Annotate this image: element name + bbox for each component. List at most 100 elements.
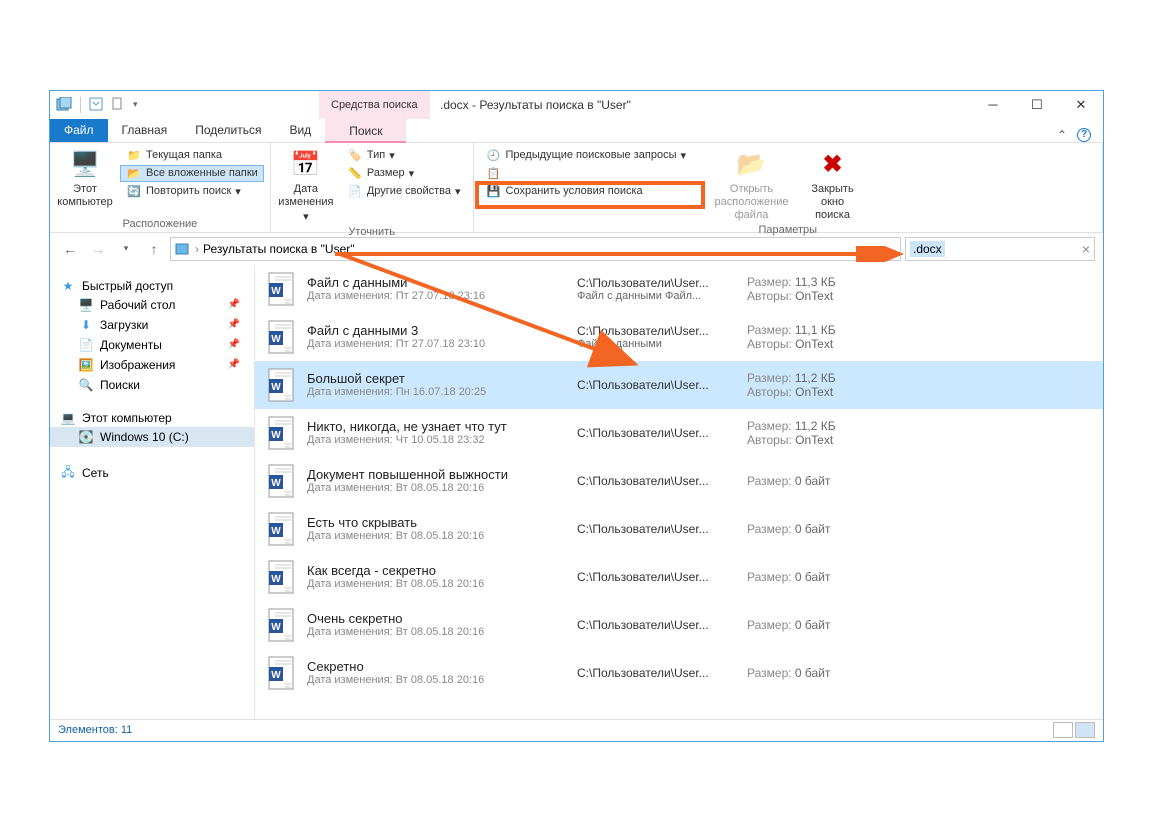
clear-search-icon[interactable]: × — [1082, 241, 1090, 257]
item-count: Элементов: 11 — [58, 724, 132, 736]
ribbon-collapse-icon[interactable]: ⌃ — [1057, 128, 1067, 142]
file-path: C:\Пользователи\User... — [577, 474, 737, 488]
file-date: Дата изменения: Вт 08.05.18 20:16 — [307, 626, 567, 638]
file-title: Очень секретно — [307, 611, 567, 626]
search-results-icon — [175, 242, 191, 256]
svg-text:W: W — [271, 430, 281, 441]
help-icon[interactable]: ? — [1077, 128, 1091, 142]
search-again-button[interactable]: 🔄Повторить поиск ▾ — [120, 183, 264, 200]
sidebar-item-pictures[interactable]: 🖼️Изображения📌 — [50, 355, 254, 375]
advanced-button[interactable]: 📋 — [480, 165, 700, 182]
pc-icon: 💻 — [60, 411, 76, 425]
desktop-icon: 🖥️ — [78, 298, 94, 312]
file-row[interactable]: W Очень секретно Дата изменения: Вт 08.0… — [255, 601, 1103, 649]
qa-properties-icon[interactable] — [89, 97, 105, 113]
qa-new-icon[interactable] — [111, 97, 127, 113]
sidebar: ★Быстрый доступ 🖥️Рабочий стол📌 ⬇Загрузк… — [50, 265, 255, 719]
view-details-icon[interactable] — [1053, 722, 1073, 738]
ribbon: 🖥️ Этот компьютер 📁Текущая папка 📂Все вл… — [50, 143, 1103, 233]
sidebar-item-drive-c[interactable]: 💽Windows 10 (C:) — [50, 427, 254, 447]
address-bar[interactable]: › Результаты поиска в "User" — [170, 237, 901, 261]
svg-text:W: W — [271, 622, 281, 633]
file-row[interactable]: W Файл с данными 3 Дата изменения: Пт 27… — [255, 313, 1103, 361]
explorer-window: ▾ Средства поиска .docx - Результаты пои… — [49, 90, 1104, 742]
type-button[interactable]: 🏷️Тип ▾ — [341, 147, 467, 164]
docx-icon: W — [265, 557, 297, 597]
size-icon: 📏 — [347, 167, 363, 180]
file-title: Файл с данными 3 — [307, 323, 567, 338]
file-menu[interactable]: Файл — [50, 118, 108, 142]
file-size: Размер: 11,1 КБ — [747, 323, 836, 337]
navbar: ← → ▾ ↑ › Результаты поиска в "User" .do… — [50, 233, 1103, 265]
tab-view[interactable]: Вид — [275, 118, 325, 142]
tab-search[interactable]: Поиск — [325, 119, 406, 143]
save-icon: 💾 — [486, 185, 502, 198]
file-row[interactable]: W Есть что скрывать Дата изменения: Вт 0… — [255, 505, 1103, 553]
date-modified-button[interactable]: 📅 Дата изменения▾ — [277, 147, 335, 225]
file-list: W Файл с данными Дата изменения: Пт 27.0… — [255, 265, 1103, 719]
save-search-button[interactable]: 💾Сохранить условия поиска — [480, 183, 700, 200]
file-title: Секретно — [307, 659, 567, 674]
svg-text:W: W — [271, 478, 281, 489]
group-label-location: Расположение — [56, 216, 264, 230]
search-icon: 🔍 — [78, 378, 94, 392]
nav-forward-button[interactable]: → — [86, 237, 110, 261]
nav-up-button[interactable]: ↑ — [142, 237, 166, 261]
docx-icon: W — [265, 653, 297, 693]
calendar-icon: 📅 — [291, 151, 321, 181]
close-search-button[interactable]: ✖ Закрыть окно поиска — [804, 147, 862, 223]
main-area: ★Быстрый доступ 🖥️Рабочий стол📌 ⬇Загрузк… — [50, 265, 1103, 719]
sidebar-item-searches[interactable]: 🔍Поиски — [50, 375, 254, 395]
sidebar-item-documents[interactable]: 📄Документы📌 — [50, 335, 254, 355]
size-button[interactable]: 📏Размер ▾ — [341, 165, 467, 182]
search-tools-context-tab[interactable]: Средства поиска — [319, 91, 430, 119]
svg-text:W: W — [271, 574, 281, 585]
this-pc-button[interactable]: 🖥️ Этот компьютер — [56, 147, 114, 209]
svg-text:W: W — [271, 526, 281, 537]
refresh-icon: 🔄 — [126, 185, 142, 198]
file-size: Размер: 11,3 КБ — [747, 275, 836, 289]
pictures-icon: 🖼️ — [78, 358, 94, 372]
ribbon-group-location: 🖥️ Этот компьютер 📁Текущая папка 📂Все вл… — [50, 143, 271, 232]
file-title: Большой секрет — [307, 371, 567, 386]
nav-back-button[interactable]: ← — [58, 237, 82, 261]
file-date: Дата изменения: Вт 08.05.18 20:16 — [307, 482, 567, 494]
sidebar-network[interactable]: 🖧Сеть — [50, 461, 254, 486]
folder-open-icon: 📂 — [737, 151, 767, 181]
close-button[interactable]: ✕ — [1059, 91, 1103, 119]
other-props-button[interactable]: 📄Другие свойства ▾ — [341, 183, 467, 200]
prev-queries-button[interactable]: 🕘Предыдущие поисковые запросы ▾ — [480, 147, 700, 164]
file-title: Документ повышенной выжности — [307, 467, 567, 482]
qa-dropdown-icon[interactable]: ▾ — [133, 99, 138, 110]
file-row[interactable]: W Документ повышенной выжности Дата изме… — [255, 457, 1103, 505]
sidebar-this-pc[interactable]: 💻Этот компьютер — [50, 409, 254, 427]
file-row[interactable]: W Как всегда - секретно Дата изменения: … — [255, 553, 1103, 601]
tab-share[interactable]: Поделиться — [181, 118, 275, 142]
titlebar: ▾ Средства поиска .docx - Результаты пои… — [50, 91, 1103, 119]
props-icon: 📄 — [347, 185, 363, 198]
tab-home[interactable]: Главная — [108, 118, 182, 142]
pc-icon: 🖥️ — [70, 151, 100, 181]
statusbar: Элементов: 11 — [50, 719, 1103, 741]
sidebar-quick-access[interactable]: ★Быстрый доступ — [50, 277, 254, 295]
documents-icon: 📄 — [78, 338, 94, 352]
file-path: C:\Пользователи\User... — [577, 426, 737, 440]
maximize-button[interactable]: ☐ — [1015, 91, 1059, 119]
nav-recent-button[interactable]: ▾ — [114, 237, 138, 261]
file-row[interactable]: W Секретно Дата изменения: Вт 08.05.18 2… — [255, 649, 1103, 697]
sidebar-item-downloads[interactable]: ⬇Загрузки📌 — [50, 315, 254, 335]
search-input[interactable]: .docx × — [905, 237, 1095, 261]
docx-icon: W — [265, 461, 297, 501]
svg-text:W: W — [271, 382, 281, 393]
current-folder-button[interactable]: 📁Текущая папка — [120, 147, 264, 164]
file-path: C:\Пользователи\User... — [577, 522, 737, 536]
file-row[interactable]: W Никто, никогда, не узнает что тут Дата… — [255, 409, 1103, 457]
file-row[interactable]: W Большой секрет Дата изменения: Пн 16.0… — [255, 361, 1103, 409]
sidebar-item-desktop[interactable]: 🖥️Рабочий стол📌 — [50, 295, 254, 315]
view-tiles-icon[interactable] — [1075, 722, 1095, 738]
breadcrumb-label[interactable]: Результаты поиска в "User" — [203, 242, 355, 256]
minimize-button[interactable]: ─ — [971, 91, 1015, 119]
all-subfolders-button[interactable]: 📂Все вложенные папки — [120, 165, 264, 182]
file-size: Размер: 11,2 КБ — [747, 419, 836, 433]
file-row[interactable]: W Файл с данными Дата изменения: Пт 27.0… — [255, 265, 1103, 313]
